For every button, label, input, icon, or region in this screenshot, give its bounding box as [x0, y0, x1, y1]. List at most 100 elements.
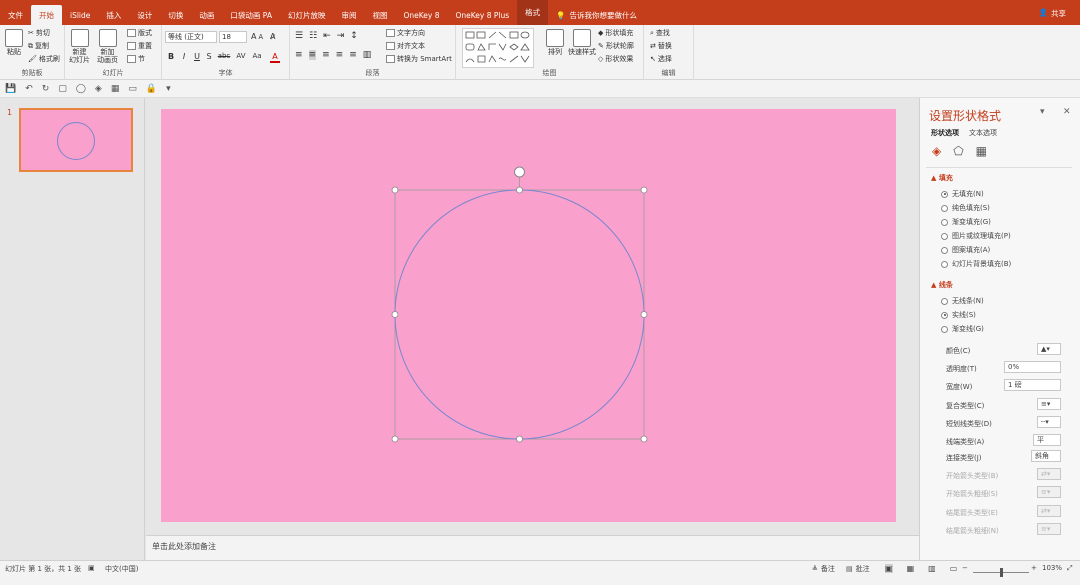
- shape-icon[interactable]: ◯: [76, 84, 86, 94]
- tab-file[interactable]: 文件: [0, 5, 31, 25]
- end-arrow-size-button[interactable]: ≡▾: [1037, 523, 1061, 535]
- fill-line-icon[interactable]: ◈: [932, 144, 941, 158]
- fill-option[interactable]: 图案填充(A): [941, 245, 990, 255]
- resize-handle-n[interactable]: [516, 186, 523, 194]
- zoom-level[interactable]: 103%: [1042, 564, 1062, 572]
- radio-button[interactable]: [941, 297, 948, 305]
- radio-button[interactable]: [941, 260, 948, 268]
- shapes-gallery[interactable]: [462, 28, 534, 68]
- italic-button[interactable]: I: [179, 52, 189, 61]
- tab-design[interactable]: 设计: [129, 5, 160, 25]
- resize-handle-ne[interactable]: [640, 186, 648, 194]
- bold-button[interactable]: B: [166, 52, 176, 61]
- redo-icon[interactable]: ↻: [42, 84, 50, 94]
- close-icon[interactable]: ✕: [1063, 107, 1071, 117]
- radio-button[interactable]: [941, 190, 948, 198]
- resize-handle-se[interactable]: [640, 435, 648, 443]
- grow-font-button[interactable]: AA: [251, 32, 263, 41]
- customize-qat-icon[interactable]: ▾: [166, 84, 171, 94]
- shape-fill-button[interactable]: ◆ 形状填充: [598, 28, 633, 38]
- layers-icon[interactable]: ▦: [111, 84, 120, 94]
- fill-option[interactable]: 纯色填充(S): [941, 203, 990, 213]
- tab-islide[interactable]: iSlide: [62, 5, 98, 25]
- compound-type-button[interactable]: ≡▾: [1037, 398, 1061, 410]
- slide-thumbnail[interactable]: [19, 108, 133, 172]
- new-slide-button[interactable]: 新建 幻灯片: [69, 29, 90, 64]
- language-indicator[interactable]: 中文(中国): [105, 564, 138, 574]
- char-spacing-button[interactable]: AV: [234, 52, 248, 60]
- section-button[interactable]: 节: [127, 54, 145, 64]
- share-button[interactable]: 👤 共享: [1039, 8, 1066, 19]
- normal-view-icon[interactable]: ▣: [885, 564, 893, 573]
- zoom-slider-thumb[interactable]: [1000, 568, 1003, 577]
- end-arrow-type-button[interactable]: ⇄▾: [1037, 505, 1061, 517]
- folder-icon[interactable]: ▭: [128, 84, 137, 94]
- line-color-button[interactable]: ▲▾: [1037, 343, 1061, 355]
- tab-slideshow[interactable]: 幻灯片放映: [280, 5, 334, 25]
- tab-animations[interactable]: 动画: [191, 5, 222, 25]
- tab-view[interactable]: 视图: [364, 5, 395, 25]
- shape-effects-button[interactable]: ◇ 形状效果: [598, 54, 633, 64]
- radio-button[interactable]: [941, 232, 948, 240]
- align-buttons[interactable]: ≡ ≡ ≡ ≡ ≡ ▥: [295, 50, 371, 60]
- radio-button[interactable]: [941, 311, 948, 319]
- tell-me-box[interactable]: 💡 告诉我你想要做什么: [556, 5, 637, 25]
- format-painter-button[interactable]: 🖌 格式刷: [28, 54, 60, 64]
- font-name-select[interactable]: 等线 (正文): [165, 31, 217, 43]
- shadow-button[interactable]: S: [204, 52, 214, 61]
- width-input[interactable]: 1 磅: [1004, 379, 1061, 391]
- arrange-button[interactable]: 排列: [546, 29, 564, 56]
- bucket-icon[interactable]: ◈: [95, 84, 102, 94]
- line-option[interactable]: 实线(S): [941, 310, 976, 320]
- fill-option[interactable]: 图片或纹理填充(P): [941, 231, 1011, 241]
- begin-arrow-type-button[interactable]: ⇄▾: [1037, 468, 1061, 480]
- line-section-header[interactable]: ▲ 线条: [931, 280, 953, 290]
- shape-outline-button[interactable]: ✎ 形状轮廓: [598, 41, 634, 51]
- smartart-button[interactable]: 转换为 SmartArt: [386, 54, 452, 64]
- resize-handle-s[interactable]: [516, 435, 523, 443]
- zoom-out-button[interactable]: −: [962, 564, 968, 572]
- tab-transitions[interactable]: 切换: [160, 5, 191, 25]
- replace-button[interactable]: ⇄ 替换: [650, 41, 672, 51]
- tab-review[interactable]: 审阅: [333, 5, 364, 25]
- cap-type-select[interactable]: 平: [1033, 434, 1061, 446]
- tab-onekey8[interactable]: OneKey 8: [395, 5, 447, 25]
- comments-button[interactable]: ▤ 批注: [846, 564, 870, 574]
- change-case-button[interactable]: Aa: [250, 52, 264, 60]
- align-text-button[interactable]: 对齐文本: [386, 41, 425, 51]
- text-direction-button[interactable]: 文字方向: [386, 28, 425, 38]
- resize-handle-nw[interactable]: [391, 186, 399, 194]
- resize-handle-e[interactable]: [640, 311, 648, 318]
- underline-button[interactable]: U: [192, 52, 202, 61]
- pane-menu-icon[interactable]: ▾: [1040, 107, 1045, 117]
- circle-shape[interactable]: [394, 189, 645, 440]
- fill-option[interactable]: 无填充(N): [941, 189, 984, 199]
- radio-button[interactable]: [941, 246, 948, 254]
- notes-button[interactable]: ≜ 备注: [812, 564, 835, 574]
- list-buttons[interactable]: ☰ ☷ ⇤ ⇥ ↕: [295, 31, 358, 41]
- effects-pentagon-icon[interactable]: ⬠: [953, 144, 963, 158]
- tab-onekey8-plus[interactable]: OneKey 8 Plus: [447, 5, 517, 25]
- dash-type-button[interactable]: ┄▾: [1037, 416, 1061, 428]
- fill-option[interactable]: 幻灯片背景填充(B): [941, 259, 1011, 269]
- save-icon[interactable]: 💾: [5, 84, 16, 94]
- radio-button[interactable]: [941, 218, 948, 226]
- slide-sorter-icon[interactable]: ▦: [907, 564, 915, 573]
- font-size-select[interactable]: 18: [219, 31, 247, 43]
- spellcheck-icon[interactable]: ▣: [88, 564, 95, 572]
- radio-button[interactable]: [941, 325, 948, 333]
- notes-area[interactable]: 单击此处添加备注: [146, 535, 919, 560]
- begin-arrow-size-button[interactable]: ≡▾: [1037, 486, 1061, 498]
- quick-styles-button[interactable]: 快速样式: [568, 29, 596, 56]
- radio-button[interactable]: [941, 204, 948, 212]
- lock-icon[interactable]: 🔒: [146, 84, 157, 94]
- tab-insert[interactable]: 插入: [98, 5, 129, 25]
- undo-icon[interactable]: ↶: [25, 84, 33, 94]
- strikethrough-button[interactable]: abc: [216, 52, 232, 60]
- reset-button[interactable]: 重置: [127, 41, 152, 51]
- font-color-button[interactable]: A: [270, 52, 280, 63]
- fill-section-header[interactable]: ▲ 填充: [931, 173, 953, 183]
- clear-format-button[interactable]: A̷: [270, 32, 275, 41]
- format-icon[interactable]: ▢: [58, 84, 67, 94]
- line-option[interactable]: 无线条(N): [941, 296, 984, 306]
